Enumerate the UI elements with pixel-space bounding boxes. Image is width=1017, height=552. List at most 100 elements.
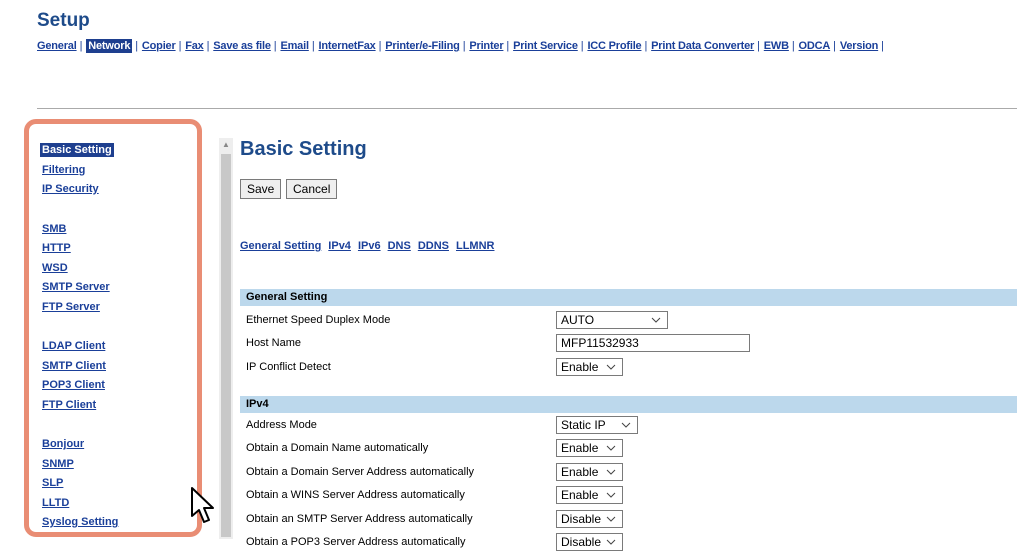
sidebar-item-label: SNMP (42, 457, 74, 470)
select-value: Enable (561, 360, 599, 374)
host-name-input[interactable] (556, 334, 750, 352)
top-nav-print-service[interactable]: Print Service (513, 40, 578, 52)
nav-separator: | (178, 40, 182, 52)
ipv4-select-4[interactable]: Disable (556, 509, 623, 528)
scroll-up-icon[interactable]: ▲ (219, 138, 233, 152)
top-nav-network[interactable]: Network (86, 39, 133, 53)
sidebar-item-label: FTP Client (42, 398, 97, 411)
ipv4-select-3[interactable]: Enable (556, 486, 623, 505)
section-header-general: General Setting (240, 289, 1017, 306)
select-value: Disable (561, 511, 602, 526)
chevron-down-icon (604, 511, 618, 527)
sidebar-item-label: SMTP Client (42, 359, 106, 372)
sidebar-item-lltd[interactable]: LLTD (40, 494, 200, 514)
ipv4-select-0[interactable]: Static IP (556, 416, 638, 434)
top-nav-version[interactable]: Version (840, 40, 879, 52)
top-nav-icc-profile[interactable]: ICC Profile (587, 40, 641, 52)
anchor-link-dns[interactable]: DNS (388, 240, 411, 252)
field-label: Ethernet Speed Duplex Mode (246, 314, 391, 326)
top-nav-copier[interactable]: Copier (142, 40, 176, 52)
nav-separator: | (833, 40, 836, 52)
field-label: Obtain a Domain Name automatically (246, 442, 429, 455)
chevron-down-icon (604, 464, 618, 480)
sidebar-item-label: SMB (42, 222, 67, 235)
sidebar-item-http[interactable]: HTTP (40, 239, 200, 259)
sidebar-item-smb[interactable]: SMB (40, 220, 200, 240)
sidebar-item-syslog-setting[interactable]: Syslog Setting (40, 513, 200, 533)
top-nav-printer[interactable]: Printer (469, 40, 503, 52)
sidebar-item-snmp[interactable]: SNMP (40, 455, 200, 475)
sidebar-item-filtering[interactable]: Filtering (40, 161, 200, 181)
sidebar-item-label: LLTD (42, 496, 70, 509)
anchor-link-llmnr[interactable]: LLMNR (456, 240, 495, 252)
top-nav-odca[interactable]: ODCA (799, 40, 831, 52)
anchor-link-ipv4[interactable]: IPv4 (328, 240, 351, 252)
top-nav-general[interactable]: General (37, 40, 77, 52)
sidebar-item-basic-setting[interactable]: Basic Setting (40, 141, 200, 161)
top-nav-print-data-converter[interactable]: Print Data Converter (651, 40, 754, 52)
top-nav-save-as-file[interactable]: Save as file (213, 40, 271, 52)
select-value: Enable (561, 441, 599, 456)
select-value: Enable (561, 464, 599, 479)
sidebar: Basic Setting Filtering IP Security SMB HTTP… (40, 141, 200, 539)
sidebar-item-label: IP Security (42, 183, 99, 195)
nav-separator: | (791, 40, 795, 52)
page-title: Basic Setting (240, 138, 367, 160)
sidebar-item-smtp-server[interactable]: SMTP Server (40, 278, 200, 298)
sidebar-item-bonjour[interactable]: Bonjour (40, 435, 200, 455)
nav-separator: | (644, 40, 648, 52)
ipv4-select-2[interactable]: Enable (556, 462, 623, 481)
save-button[interactable]: Save (240, 179, 282, 199)
nav-separator: | (135, 40, 138, 52)
content-scrollbar[interactable]: ▲ (219, 138, 233, 539)
anchor-link-general-setting[interactable]: General Setting (240, 240, 321, 252)
sidebar-item-ldap-client[interactable]: LDAP Client (40, 337, 200, 357)
sidebar-item-wsd[interactable]: WSD (40, 259, 200, 279)
field-label: Address Mode (246, 419, 317, 431)
nav-separator: | (757, 40, 760, 52)
sidebar-item-label: POP3 Client (42, 379, 105, 391)
ipv4-select-1[interactable]: Enable (556, 439, 623, 458)
cancel-button[interactable]: Cancel (286, 179, 338, 199)
chevron-down-icon (604, 440, 618, 456)
section-header-ipv4: IPv4 (240, 396, 1017, 413)
scroll-thumb[interactable] (221, 154, 231, 537)
anchor-link-ddns[interactable]: DDNS (418, 240, 449, 252)
chevron-down-icon (604, 359, 618, 375)
chevron-down-icon (649, 312, 663, 328)
sidebar-item-label: Bonjour (42, 438, 85, 450)
top-nav-ewb[interactable]: EWB (764, 40, 789, 52)
ipv4-select-5[interactable]: Disable (556, 533, 623, 551)
sidebar-item-ftp-client[interactable]: FTP Client (40, 396, 200, 416)
chevron-down-icon (619, 417, 633, 433)
top-nav-fax[interactable]: Fax (185, 40, 204, 52)
mouse-pointer-icon (191, 487, 214, 523)
nav-separator: | (273, 40, 277, 52)
select-value: Disable (561, 535, 602, 549)
page-header-title: Setup (37, 10, 90, 31)
top-nav: General | Network | Copier | Fax | Save as file |… (37, 39, 888, 53)
nav-separator: | (462, 40, 466, 52)
sidebar-item-label: HTTP (42, 242, 71, 254)
chevron-down-icon (604, 487, 618, 503)
sidebar-item-pop3-client[interactable]: POP3 Client (40, 376, 200, 396)
top-nav-email[interactable]: Email (280, 40, 309, 52)
top-nav-internetfax[interactable]: InternetFax (319, 40, 376, 52)
sidebar-item-smtp-client[interactable]: SMTP Client (40, 357, 200, 377)
anchor-link-ipv6[interactable]: IPv6 (358, 240, 381, 252)
sidebar-item-ftp-server[interactable]: FTP Server (40, 298, 200, 318)
nav-separator: | (79, 40, 83, 52)
sidebar-item-label: LDAP Client (42, 340, 106, 352)
sidebar-item-ip-security[interactable]: IP Security (40, 180, 200, 200)
section-anchor-nav: General Setting IPv4 IPv6 DNS DDNS LLMNR (240, 240, 501, 252)
sidebar-item-label: SLP (42, 477, 64, 489)
ethernet-speed-select[interactable]: AUTO (556, 311, 668, 329)
field-label: Obtain a WINS Server Address automatical… (246, 489, 465, 502)
sidebar-item-slp[interactable]: SLP (40, 474, 200, 494)
ip-conflict-select[interactable]: Enable (556, 358, 623, 376)
top-nav-printer-e-filing[interactable]: Printer/e-Filing (385, 40, 460, 52)
nav-separator: | (206, 40, 210, 52)
